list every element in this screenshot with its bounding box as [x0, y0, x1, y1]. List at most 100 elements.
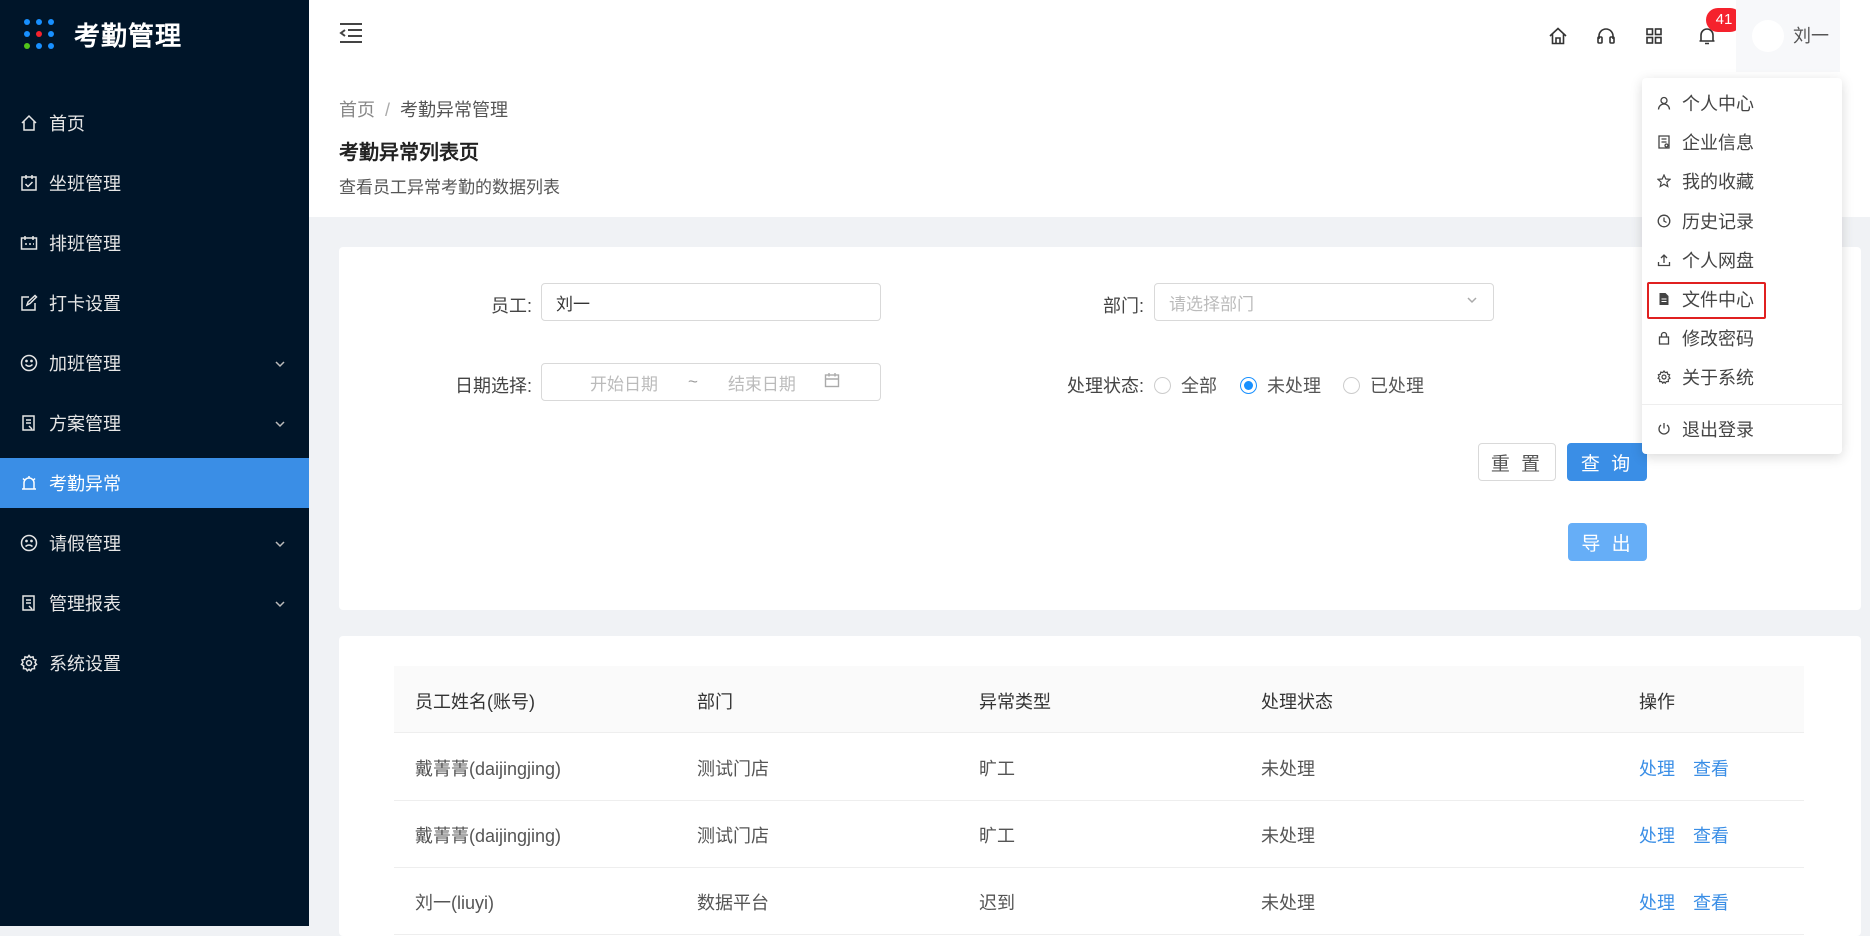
apps-grid-icon	[24, 19, 54, 49]
cell-name: 戴菁菁(daijingjing)	[415, 826, 562, 846]
apps-icon[interactable]	[1642, 24, 1666, 48]
headset-icon[interactable]	[1594, 24, 1618, 48]
smile-icon	[19, 353, 39, 373]
company-icon	[1656, 134, 1672, 150]
breadcrumb-home[interactable]: 首页	[339, 100, 375, 120]
process-link[interactable]: 处理	[1639, 889, 1675, 915]
cell-department: 测试门店	[697, 826, 769, 846]
sidebar-item-seating[interactable]: 坐班管理	[0, 158, 309, 208]
menu-item-favorites[interactable]: 我的收藏	[1642, 162, 1842, 200]
menu-item-company-info[interactable]: 企业信息	[1642, 123, 1842, 161]
cell-type: 旷工	[979, 759, 1015, 779]
calendar-check-icon	[19, 173, 39, 193]
sidebar-item-attendance-exceptions[interactable]: 考勤异常	[0, 458, 309, 508]
menu-item-personal-center[interactable]: 个人中心	[1642, 84, 1842, 122]
column-header-name: 员工姓名(账号)	[415, 692, 535, 712]
sidebar-item-system-settings[interactable]: 系统设置	[0, 638, 309, 688]
start-date-placeholder[interactable]: 开始日期	[590, 370, 658, 395]
radio-circle[interactable]	[1343, 376, 1360, 394]
cell-type: 旷工	[979, 826, 1015, 846]
sidebar-item-plans[interactable]: 方案管理	[0, 398, 309, 448]
user-name[interactable]: 刘一	[1793, 22, 1829, 48]
breadcrumb-current: 考勤异常管理	[400, 100, 509, 120]
sidebar-item-reports[interactable]: 管理报表	[0, 578, 309, 628]
more-icon[interactable]: ⋮	[1862, 22, 1870, 43]
top-bar	[309, 0, 1870, 72]
clock-icon	[1656, 213, 1672, 229]
sidebar: 考勤管理 首页 坐班管理 排班管理 打卡设置 加班管理 方案管理 考勤异常 请假…	[0, 0, 309, 926]
column-header-status: 处理状态	[1261, 692, 1333, 712]
cell-department: 数据平台	[697, 893, 769, 913]
menu-collapse-icon[interactable]	[339, 22, 363, 49]
sidebar-item-clockin-settings[interactable]: 打卡设置	[0, 278, 309, 328]
star-icon	[1656, 173, 1672, 189]
cell-department: 测试门店	[697, 759, 769, 779]
gear-icon	[19, 653, 39, 673]
view-link[interactable]: 查看	[1693, 822, 1729, 848]
sidebar-item-label: 请假管理	[49, 534, 121, 554]
app-title: 考勤管理	[74, 20, 183, 51]
home-icon	[19, 113, 39, 133]
end-date-placeholder[interactable]: 结束日期	[728, 370, 796, 395]
status-radio-processed[interactable]: 已处理	[1343, 372, 1424, 398]
sidebar-item-label: 管理报表	[49, 594, 121, 614]
sidebar-item-label: 首页	[49, 114, 85, 134]
table-row: 戴菁菁(daijingjing) 测试门店 旷工 未处理 处理 查看	[394, 733, 1804, 801]
document-icon	[19, 413, 39, 433]
date-range-picker[interactable]: 开始日期 ~ 结束日期	[541, 363, 881, 401]
page-title: 考勤异常列表页	[339, 142, 479, 164]
department-label: 部门:	[1102, 296, 1144, 316]
status-label: 处理状态:	[1066, 376, 1144, 396]
sidebar-item-label: 坐班管理	[49, 174, 121, 194]
app-logo[interactable]: 考勤管理	[24, 16, 182, 52]
user-icon	[1656, 95, 1672, 111]
department-placeholder: 请选择部门	[1169, 294, 1254, 314]
chevron-down-icon	[273, 535, 287, 556]
export-button[interactable]: 导 出	[1568, 523, 1647, 561]
cell-status: 未处理	[1261, 826, 1315, 846]
view-link[interactable]: 查看	[1693, 755, 1729, 781]
status-radio-unprocessed[interactable]: 未处理	[1240, 372, 1321, 398]
department-select[interactable]: 请选择部门	[1154, 283, 1494, 321]
radio-circle[interactable]	[1240, 376, 1257, 394]
radio-circle[interactable]	[1154, 376, 1171, 394]
cell-status: 未处理	[1261, 893, 1315, 913]
sidebar-item-home[interactable]: 首页	[0, 98, 309, 148]
employee-input[interactable]: 刘一	[541, 283, 881, 321]
menu-item-label: 修改密码	[1682, 329, 1754, 349]
sidebar-item-scheduling[interactable]: 排班管理	[0, 218, 309, 268]
gear-icon	[1656, 369, 1672, 385]
menu-item-label: 我的收藏	[1682, 172, 1754, 192]
sidebar-item-leave[interactable]: 请假管理	[0, 518, 309, 568]
menu-item-history[interactable]: 历史记录	[1642, 202, 1842, 240]
menu-item-about[interactable]: 关于系统	[1642, 358, 1842, 396]
menu-divider	[1642, 404, 1842, 405]
status-radio-all[interactable]: 全部	[1154, 372, 1217, 398]
menu-item-label: 个人网盘	[1682, 251, 1754, 271]
avatar[interactable]	[1752, 20, 1784, 52]
date-label: 日期选择:	[454, 376, 532, 396]
process-link[interactable]: 处理	[1639, 822, 1675, 848]
cell-name: 戴菁菁(daijingjing)	[415, 759, 562, 779]
sidebar-item-overtime[interactable]: 加班管理	[0, 338, 309, 388]
menu-item-label: 个人中心	[1682, 94, 1754, 114]
view-link[interactable]: 查看	[1693, 889, 1729, 915]
home-icon[interactable]	[1546, 24, 1570, 48]
column-header-type: 异常类型	[979, 692, 1051, 712]
chevron-down-icon	[273, 415, 287, 436]
radio-label: 已处理	[1370, 376, 1424, 396]
menu-item-logout[interactable]: 退出登录	[1642, 410, 1842, 448]
report-icon	[19, 593, 39, 613]
user-dropdown-menu: 个人中心 企业信息 我的收藏 历史记录 个人网盘 文件中心 修改密码 关于系统 …	[1642, 78, 1842, 454]
process-link[interactable]: 处理	[1639, 755, 1675, 781]
reset-button[interactable]: 重 置	[1478, 443, 1556, 481]
cell-name: 刘一(liuyi)	[415, 893, 494, 913]
query-button[interactable]: 查 询	[1567, 443, 1647, 481]
radio-label: 全部	[1181, 376, 1217, 396]
chevron-down-icon	[273, 595, 287, 616]
sidebar-item-label: 排班管理	[49, 234, 121, 254]
menu-item-change-password[interactable]: 修改密码	[1642, 319, 1842, 357]
menu-item-cloud-drive[interactable]: 个人网盘	[1642, 241, 1842, 279]
table-header: 员工姓名(账号) 部门 异常类型 处理状态 操作	[394, 666, 1804, 733]
menu-item-label: 企业信息	[1682, 133, 1754, 153]
